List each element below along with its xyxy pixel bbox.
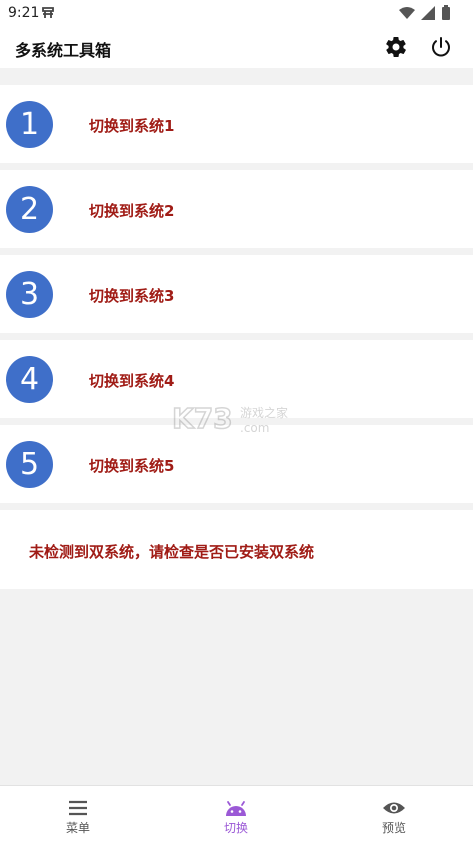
switch-system-label: 切换到系统1	[89, 117, 175, 135]
nav-menu-label: 菜单	[65, 821, 90, 835]
system-number-badge: 4	[6, 356, 53, 403]
app-notification-icon	[42, 7, 54, 18]
system-number-badge: 2	[6, 186, 53, 233]
system-number-badge: 1	[6, 101, 53, 148]
switch-system-5-item[interactable]: 5 切换到系统5	[0, 425, 473, 503]
nav-switch-tab[interactable]: 切换	[196, 786, 276, 841]
battery-icon	[442, 5, 450, 20]
system-switch-list: 1 切换到系统1 2 切换到系统2 3 切换到系统3 4 切换到系统4 5 切换…	[0, 85, 473, 510]
svg-text:K73: K73	[172, 402, 233, 435]
menu-icon	[69, 800, 87, 816]
settings-gear-icon[interactable]	[384, 35, 408, 59]
bottom-navigation: 菜单 切换 预览	[0, 785, 473, 841]
power-icon[interactable]	[429, 35, 453, 59]
switch-system-label: 切换到系统2	[89, 202, 175, 220]
notice-panel: 未检测到双系统，请检查是否已安装双系统	[0, 510, 473, 589]
switch-system-label: 切换到系统3	[89, 287, 175, 305]
nav-preview-tab[interactable]: 预览	[354, 786, 434, 841]
no-dual-system-notice: 未检测到双系统，请检查是否已安装双系统	[29, 543, 315, 561]
nav-switch-label: 切换	[223, 821, 248, 835]
nav-preview-label: 预览	[381, 821, 406, 835]
system-number-badge: 5	[6, 441, 53, 488]
svg-text:.com: .com	[240, 421, 269, 435]
svg-text:游戏之家: 游戏之家	[240, 405, 288, 420]
switch-system-2-item[interactable]: 2 切换到系统2	[0, 170, 473, 248]
eye-icon	[383, 802, 405, 814]
app-bar: 多系统工具箱	[0, 26, 473, 68]
signal-icon	[421, 5, 435, 20]
wifi-icon	[399, 6, 415, 19]
switch-system-1-item[interactable]: 1 切换到系统1	[0, 85, 473, 163]
switch-system-label: 切换到系统4	[89, 372, 175, 390]
watermark-logo: K73 游戏之家 .com	[172, 402, 288, 436]
status-icons	[399, 5, 451, 20]
nav-menu-tab[interactable]: 菜单	[38, 786, 118, 841]
android-icon	[226, 801, 246, 816]
app-title: 多系统工具箱	[15, 41, 112, 60]
switch-system-label: 切换到系统5	[89, 457, 175, 475]
switch-system-3-item[interactable]: 3 切换到系统3	[0, 255, 473, 333]
system-number-badge: 3	[6, 271, 53, 318]
status-time: 9:21	[8, 5, 40, 21]
status-bar: 9:21	[0, 0, 473, 26]
